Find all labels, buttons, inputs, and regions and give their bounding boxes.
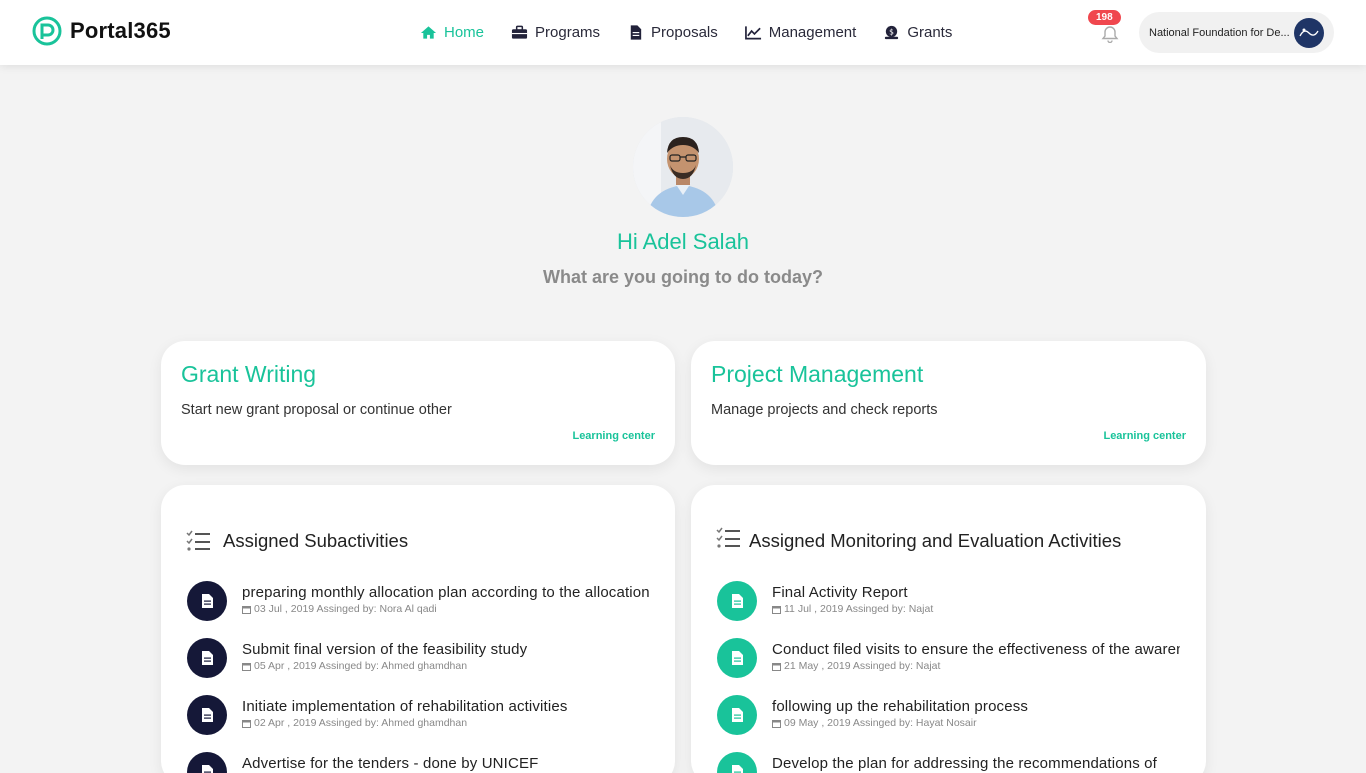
grant-writing-title: Grant Writing xyxy=(181,361,317,387)
checklist-icon xyxy=(186,530,210,551)
project-management-learning-center-link[interactable]: Learning center xyxy=(1103,430,1186,442)
assigned-subactivities-card: Assigned Subactivities preparing monthly… xyxy=(161,485,675,773)
document-icon xyxy=(201,594,213,608)
item-document-badge xyxy=(717,752,757,773)
project-management-title: Project Management xyxy=(711,361,924,387)
subactivities-title: Assigned Subactivities xyxy=(223,530,409,551)
item-title: preparing monthly allocation plan accord… xyxy=(242,584,650,601)
nav-programs-label: Programs xyxy=(535,24,601,41)
item-meta-text: 09 May , 2019 Assinged by: Hayat Nosair xyxy=(784,717,977,729)
calendar-icon xyxy=(242,662,251,671)
nav-management[interactable]: Management xyxy=(744,24,857,41)
item-meta: 05 Apr , 2019 Assinged by: Ahmed ghamdha… xyxy=(242,660,467,672)
item-document-badge xyxy=(187,752,227,773)
nav-home-label: Home xyxy=(444,24,485,41)
item-document-badge xyxy=(717,581,757,621)
item-meta-text: 21 May , 2019 Assinged by: Najat xyxy=(784,660,941,672)
nav-grants-label: Grants xyxy=(907,24,953,41)
nav-grants[interactable]: $ Grants xyxy=(883,24,952,41)
list-item[interactable]: Develop the plan for addressing the reco… xyxy=(716,751,1181,773)
assigned-monitoring-card: Assigned Monitoring and Evaluation Activ… xyxy=(691,485,1206,773)
item-document-badge xyxy=(717,695,757,735)
item-meta-text: 11 Jul , 2019 Assinged by: Najat xyxy=(784,603,934,615)
nav-management-label: Management xyxy=(768,24,857,41)
list-item[interactable]: Final Activity Report 11 Jul , 2019 Assi… xyxy=(716,580,1181,637)
list-item[interactable]: preparing monthly allocation plan accord… xyxy=(186,580,651,637)
app-logo[interactable]: Portal365 xyxy=(32,16,171,46)
project-management-description: Manage projects and check reports xyxy=(711,402,938,418)
item-title: Initiate implementation of rehabilitatio… xyxy=(242,698,568,715)
item-document-badge xyxy=(717,638,757,678)
document-icon xyxy=(201,765,213,773)
greeting-subtitle: What are you going to do today? xyxy=(543,267,823,287)
item-title: Conduct filed visits to ensure the effec… xyxy=(772,641,1180,658)
document-icon xyxy=(731,765,743,773)
grant-writing-learning-center-link[interactable]: Learning center xyxy=(572,430,655,442)
document-icon xyxy=(201,651,213,665)
monitoring-title: Assigned Monitoring and Evaluation Activ… xyxy=(749,530,1122,551)
nav-home[interactable]: Home xyxy=(420,24,484,41)
item-title: Advertise for the tenders - done by UNIC… xyxy=(242,755,539,772)
calendar-icon xyxy=(772,719,781,728)
calendar-icon xyxy=(242,719,251,728)
svg-text:$: $ xyxy=(889,27,894,36)
main-nav: Home Programs Proposals Management $ Gra… xyxy=(420,0,979,65)
item-meta-text: 05 Apr , 2019 Assinged by: Ahmed ghamdha… xyxy=(254,660,468,672)
grant-writing-card[interactable]: Grant Writing Start new grant proposal o… xyxy=(161,341,675,465)
nav-proposals-label: Proposals xyxy=(651,24,718,41)
list-item[interactable]: Advertise for the tenders - done by UNIC… xyxy=(186,751,651,773)
project-management-card[interactable]: Project Management Manage projects and c… xyxy=(691,341,1206,465)
list-item[interactable]: Conduct filed visits to ensure the effec… xyxy=(716,637,1181,694)
calendar-icon xyxy=(772,662,781,671)
calendar-icon xyxy=(772,605,781,614)
nav-programs[interactable]: Programs xyxy=(511,24,600,41)
nav-proposals[interactable]: Proposals xyxy=(627,24,718,41)
item-title: Develop the plan for addressing the reco… xyxy=(772,755,1157,772)
item-document-badge xyxy=(187,695,227,735)
list-item[interactable]: Submit final version of the feasibility … xyxy=(186,637,651,694)
top-header: Portal365 Home Programs Proposals Manage… xyxy=(0,0,1366,65)
item-title: Final Activity Report xyxy=(772,584,908,601)
org-logo-mark-icon xyxy=(1299,28,1319,37)
item-document-badge xyxy=(187,638,227,678)
greeting-heading: Hi Adel Salah xyxy=(616,229,750,254)
document-icon xyxy=(630,25,642,40)
monitoring-list: Final Activity Report 11 Jul , 2019 Assi… xyxy=(716,580,1181,773)
organization-logo xyxy=(1294,18,1324,48)
item-title: following up the rehabilitation process xyxy=(772,698,1029,715)
money-bag-icon: $ xyxy=(885,25,899,40)
list-item[interactable]: Initiate implementation of rehabilitatio… xyxy=(186,694,651,751)
document-icon xyxy=(201,708,213,722)
item-meta: 03 Jul , 2019 Assinged by: Nora Al qadi xyxy=(242,603,437,615)
item-title: Submit final version of the feasibility … xyxy=(242,641,528,658)
bell-icon[interactable] xyxy=(1101,25,1119,43)
item-meta: 21 May , 2019 Assinged by: Najat xyxy=(772,660,940,672)
checklist-icon xyxy=(716,527,740,548)
app-name: Portal365 xyxy=(70,18,171,43)
organization-name: National Foundation for De... xyxy=(1149,26,1290,39)
logo-icon xyxy=(32,16,62,46)
item-meta: 09 May , 2019 Assinged by: Hayat Nosair xyxy=(772,717,977,729)
item-meta-text: 03 Jul , 2019 Assinged by: Nora Al qadi xyxy=(254,603,437,615)
list-item[interactable]: following up the rehabilitation process … xyxy=(716,694,1181,751)
subactivities-list: preparing monthly allocation plan accord… xyxy=(186,580,651,773)
item-meta-text: 02 Apr , 2019 Assinged by: Ahmed ghamdha… xyxy=(254,717,468,729)
user-photo xyxy=(633,117,733,217)
briefcase-icon xyxy=(511,25,528,39)
grant-writing-description: Start new grant proposal or continue oth… xyxy=(181,402,452,418)
organization-switcher[interactable]: National Foundation for De... xyxy=(1139,12,1334,53)
item-meta: 11 Jul , 2019 Assinged by: Najat xyxy=(772,603,933,615)
user-avatar[interactable] xyxy=(633,117,733,217)
notification-badge[interactable]: 198 xyxy=(1088,10,1121,25)
document-icon xyxy=(731,651,743,665)
document-icon xyxy=(731,708,743,722)
chart-line-icon xyxy=(744,26,761,40)
item-meta: 02 Apr , 2019 Assinged by: Ahmed ghamdha… xyxy=(242,717,467,729)
document-icon xyxy=(731,594,743,608)
home-icon xyxy=(420,26,437,39)
item-document-badge xyxy=(187,581,227,621)
calendar-icon xyxy=(242,605,251,614)
